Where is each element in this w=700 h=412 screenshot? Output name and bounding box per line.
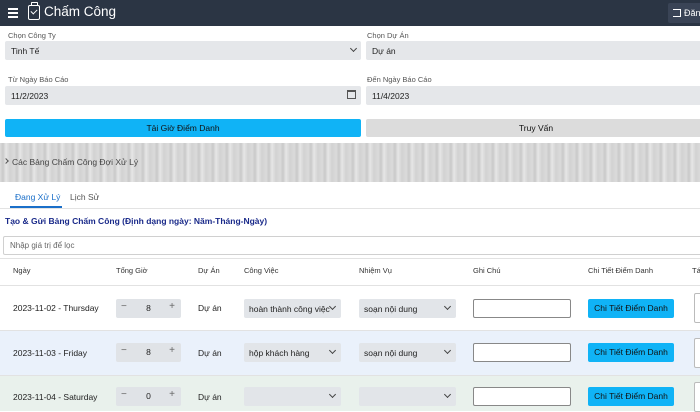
project-select[interactable]: Dự án [366,41,700,60]
table-row: 2023-11-03 - Friday − 8 + Dự án hộp khác… [0,331,700,375]
row-extra-cell[interactable] [694,293,700,323]
header-job: Công Việc [244,266,279,275]
header-total-hours: Tổng Giờ [116,266,148,275]
job-value: hộp khách hàng [249,348,310,358]
filter-placeholder: Nhập giá trị để lọc [10,241,75,250]
tab-processing[interactable]: Đang Xử Lý [15,192,60,202]
calendar-icon[interactable] [347,90,356,99]
hours-stepper[interactable]: − 8 + [116,343,181,362]
header-extra: Tá [692,266,700,275]
hours-stepper[interactable]: − 0 + [116,387,181,406]
project-label: Chọn Dự Án [367,31,409,40]
row-extra-cell[interactable] [694,338,700,368]
chevron-down-icon [443,346,452,355]
task-value: soạn nội dung [364,348,418,358]
chevron-right-icon [3,158,9,164]
tab-history[interactable]: Lịch Sử [70,192,99,202]
header-note: Ghi Chú [473,266,501,275]
task-select[interactable]: soạn nội dung [359,343,456,362]
top-bar: Chấm Công Đăn [0,0,700,26]
table-top-border [0,258,700,259]
job-select[interactable]: hoàn thành công việc [244,299,341,318]
logout-label: Đăn [684,8,700,18]
plus-icon[interactable]: + [169,301,175,312]
hours-stepper[interactable]: − 8 + [116,299,181,318]
attendance-detail-button[interactable]: Chi Tiết Điểm Danh [588,343,674,362]
task-select[interactable] [359,387,456,406]
note-input[interactable] [473,387,571,406]
row-date: 2023-11-02 - Thursday [13,303,99,313]
note-input[interactable] [473,299,571,318]
chevron-down-icon [328,390,337,399]
chevron-down-icon [328,346,337,355]
chevron-down-icon [349,44,358,53]
company-label: Chọn Công Ty [8,31,56,40]
chevron-down-icon [443,390,452,399]
header-project: Dự Án [198,266,220,275]
row-date: 2023-11-04 - Saturday [13,392,98,402]
to-date-label: Đến Ngày Báo Cáo [367,75,432,84]
table-row: 2023-11-02 - Thursday − 8 + Dự án hoàn t… [0,286,700,330]
row-date: 2023-11-03 - Friday [13,348,88,358]
pending-timesheets-panel[interactable]: Các Bảng Chấm Công Đợi Xử Lý [0,143,700,182]
header-date: Ngày [13,266,31,275]
attendance-detail-button[interactable]: Chi Tiết Điểm Danh [588,299,674,318]
query-button[interactable]: Truy Vấn [366,119,700,137]
plus-icon[interactable]: + [169,345,175,356]
company-select[interactable]: Tinh Tế [5,41,361,60]
pending-timesheets-label: Các Bảng Chấm Công Đợi Xử Lý [12,157,139,167]
header-task: Nhiệm Vụ [359,266,392,275]
job-select[interactable]: hộp khách hàng [244,343,341,362]
logout-button[interactable]: Đăn [668,3,700,23]
header-attendance-detail: Chi Tiết Điểm Danh [588,266,654,275]
tab-divider [0,208,700,209]
logout-icon [673,9,681,17]
row-project: Dự án [198,392,222,402]
reload-attendance-button[interactable]: Tải Giờ Điểm Danh [5,119,361,137]
note-input[interactable] [473,343,571,362]
app-title: Chấm Công [44,4,117,19]
task-value: soạn nội dung [364,304,418,314]
company-value: Tinh Tế [11,46,40,56]
task-select[interactable]: soạn nội dung [359,299,456,318]
row-project: Dự án [198,348,222,358]
to-date-value: 11/4/2023 [372,91,410,101]
from-date-input[interactable]: 11/2/2023 [5,86,361,105]
table-row: 2023-11-04 - Saturday − 0 + Dự án Chi Ti… [0,376,700,412]
job-select[interactable] [244,387,341,406]
project-value: Dự án [372,46,396,56]
plus-icon[interactable]: + [169,389,175,400]
job-value: hoàn thành công việc [249,304,330,314]
filter-input[interactable]: Nhập giá trị để lọc [3,236,700,255]
clipboard-check-icon [28,2,40,20]
menu-icon[interactable] [8,8,18,18]
attendance-detail-button[interactable]: Chi Tiết Điểm Danh [588,387,674,406]
chevron-down-icon [328,302,337,311]
chevron-down-icon [443,302,452,311]
row-extra-cell[interactable] [694,382,700,412]
from-date-value: 11/2/2023 [11,91,49,101]
to-date-input[interactable]: 11/4/2023 [366,86,700,105]
from-date-label: Từ Ngày Báo Cáo [8,75,69,84]
section-title: Tạo & Gửi Bảng Chấm Công (Định dạng ngày… [5,216,268,226]
row-project: Dự án [198,303,222,313]
